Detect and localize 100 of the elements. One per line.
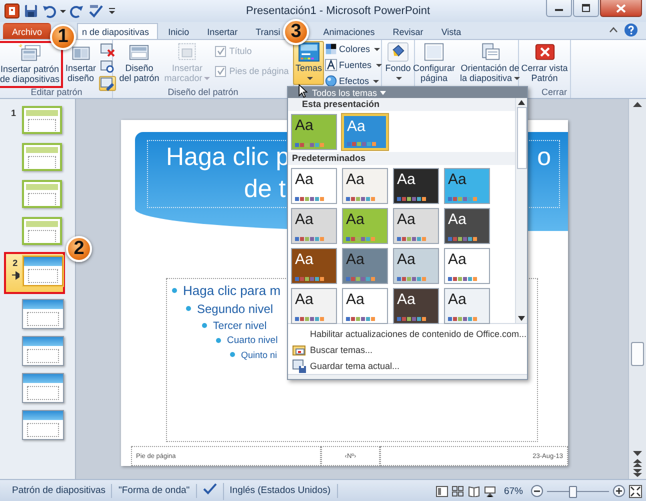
menu-button[interactable]: Fuentes: [325, 58, 382, 72]
spellcheck-icon[interactable]: [88, 4, 104, 18]
spellcheck-icon[interactable]: [202, 482, 217, 494]
theme-thumbnail[interactable]: Aa: [342, 208, 388, 244]
ribbon-tab[interactable]: Vista: [433, 23, 470, 39]
scroll-up-icon[interactable]: [633, 101, 642, 107]
previous-slide-icon[interactable]: [633, 459, 642, 467]
slide-thumbnail[interactable]: [22, 143, 62, 171]
help-icon[interactable]: [624, 23, 638, 37]
color-swatch-icon: [346, 277, 376, 281]
bullet-text: Cuarto nivel: [227, 335, 278, 346]
slide-number: 2: [12, 258, 18, 268]
theme-thumbnail[interactable]: Aa: [342, 114, 388, 150]
theme-thumbnail[interactable]: Aa: [291, 208, 337, 244]
ribbon-tab[interactable]: Transi: [248, 23, 282, 39]
effects-icon: [325, 75, 337, 87]
slide-thumbnail[interactable]: [23, 256, 63, 286]
theme-thumbnail[interactable]: Aa: [393, 288, 439, 324]
slide-sorter-icon[interactable]: [452, 486, 464, 496]
ribbon-tab[interactable]: Animaciones: [315, 23, 383, 39]
undo-icon[interactable]: [42, 4, 56, 18]
menu-item[interactable]: Guardar tema actual...: [288, 358, 527, 374]
fit-to-window-icon[interactable]: [629, 484, 642, 498]
delete-slide-icon: [100, 42, 116, 57]
minimize-button[interactable]: [546, 0, 572, 17]
scroll-down-icon[interactable]: [518, 316, 525, 321]
zoom-out-button[interactable]: [531, 485, 543, 497]
color-swatch-icon: [346, 237, 376, 241]
theme-thumbnail[interactable]: Aa: [393, 168, 439, 204]
slide-thumbnail[interactable]: [22, 106, 62, 134]
bullet-icon: [172, 288, 177, 293]
theme-thumbnail[interactable]: Aa: [342, 168, 388, 204]
colors-icon: [325, 43, 337, 55]
menu-item[interactable]: Buscar temas...: [288, 342, 527, 358]
window-title: Presentación1 - Microsoft PowerPoint: [246, 5, 432, 17]
scrollbar-thumb[interactable]: [631, 342, 644, 366]
slide-thumbnail[interactable]: [22, 336, 64, 366]
theme-thumbnail[interactable]: Aa: [393, 248, 439, 284]
scrollbar-thumb[interactable]: [516, 107, 526, 169]
slide-thumbnail[interactable]: [22, 410, 64, 440]
theme-thumbnail[interactable]: Aa: [444, 248, 490, 284]
ribbon-icon-button[interactable]: [99, 42, 116, 57]
ribbon-button[interactable]: Fondo: [383, 41, 413, 84]
save-theme-icon: [292, 358, 306, 374]
preserve-slide-icon: [100, 76, 116, 91]
menu-item[interactable]: Habilitar actualizaciones de contenido de Office.com...: [288, 326, 527, 342]
ribbon-tab[interactable]: Revisar: [384, 23, 432, 39]
insert-slide-master-icon: [18, 43, 42, 63]
zoom-in-button[interactable]: [613, 485, 625, 497]
theme-thumbnail[interactable]: Aa: [342, 288, 388, 324]
slide-thumbnail[interactable]: [22, 217, 62, 245]
slide-thumbnail[interactable]: [22, 299, 64, 329]
zoom-level[interactable]: 67%: [500, 486, 527, 496]
redo-icon[interactable]: [70, 4, 84, 18]
close-button[interactable]: [600, 0, 642, 17]
theme-thumbnail[interactable]: Aa: [291, 288, 337, 324]
theme-thumbnail[interactable]: Aa: [291, 248, 337, 284]
collapse-ribbon-icon[interactable]: [609, 26, 618, 34]
menu-button[interactable]: Colores: [325, 42, 382, 56]
ribbon-icon-button[interactable]: [99, 76, 116, 91]
layout-icon: [127, 42, 152, 62]
file-tab[interactable]: Archivo: [3, 23, 52, 39]
ribbon-button[interactable]: Diseño del patrón: [117, 41, 162, 84]
save-icon[interactable]: [24, 4, 38, 18]
scroll-down-icon[interactable]: [633, 451, 642, 457]
zoom-slider[interactable]: [547, 486, 609, 496]
slideshow-icon[interactable]: [484, 486, 496, 496]
ribbon-icon-button[interactable]: [99, 59, 116, 74]
maximize-button[interactable]: [573, 0, 599, 17]
theme-thumbnail[interactable]: Aa: [444, 208, 490, 244]
slide-number: 1: [10, 108, 16, 118]
maximize-icon: [581, 4, 591, 12]
resize-grip[interactable]: [288, 374, 527, 379]
ribbon-button[interactable]: Temas: [293, 41, 324, 85]
theme-thumbnail[interactable]: Aa: [291, 168, 337, 204]
title-text: o: [537, 142, 551, 173]
ribbon-tab[interactable]: Insertar: [199, 23, 246, 39]
theme-thumbnail[interactable]: Aa: [393, 208, 439, 244]
slider-thumb[interactable]: [569, 486, 578, 498]
reading-view-icon[interactable]: [468, 486, 480, 496]
ribbon-tab[interactable]: Inicio: [160, 23, 198, 39]
theme-thumbnail[interactable]: Aa: [342, 248, 388, 284]
caret-icon: [380, 90, 386, 94]
color-swatch-icon: [295, 143, 325, 147]
slide-thumbnail[interactable]: [22, 180, 62, 208]
normal-view-icon[interactable]: [436, 486, 448, 496]
ribbon-tab[interactable]: n de diapositivas: [77, 23, 158, 39]
step-badge: 1: [50, 24, 76, 50]
checkmark-icon: [216, 67, 225, 75]
ribbon-button[interactable]: Configurar página: [410, 41, 457, 84]
theme-thumbnail[interactable]: Aa: [444, 288, 490, 324]
language-status[interactable]: Inglés (Estados Unidos): [224, 484, 338, 498]
theme-thumbnail[interactable]: Aa: [291, 114, 337, 150]
app-icon[interactable]: [4, 3, 20, 19]
group-label: Cerrar: [540, 87, 568, 98]
color-swatch-icon: [397, 237, 427, 241]
slide-thumbnail[interactable]: [22, 373, 64, 403]
color-swatch-icon: [346, 197, 376, 201]
next-slide-icon[interactable]: [633, 469, 642, 477]
theme-thumbnail[interactable]: Aa: [444, 168, 490, 204]
